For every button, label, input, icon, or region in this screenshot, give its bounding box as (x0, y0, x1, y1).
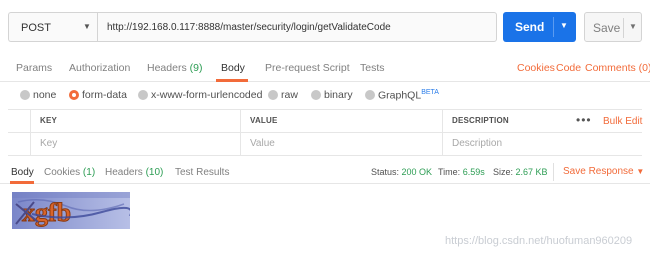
form-data-table: KEY VALUE DESCRIPTION ••• Bulk Edit Key … (8, 109, 642, 156)
radio-graphql[interactable] (365, 90, 375, 100)
watermark: https://blog.csdn.net/huofuman960209 (445, 235, 633, 247)
size-value: 2.67 KB (515, 167, 548, 177)
save-dropdown-icon[interactable]: ▼ (629, 22, 637, 31)
bulk-edit-link[interactable]: Bulk Edit (603, 116, 642, 127)
tab-headers[interactable]: Headers (9) (147, 62, 202, 74)
table-header-row: KEY VALUE DESCRIPTION ••• Bulk Edit (8, 110, 642, 133)
response-tabs: Body Cookies (1) Headers (10) Test Resul… (0, 160, 650, 184)
chevron-down-icon: ▼ (636, 167, 645, 176)
send-label: Send (515, 20, 545, 34)
value-placeholder: Value (250, 138, 275, 149)
radio-urlencoded[interactable] (138, 90, 148, 100)
response-tab-cookies[interactable]: Cookies (1) (44, 167, 95, 178)
tab-authorization[interactable]: Authorization (69, 62, 130, 74)
radio-binary[interactable] (311, 90, 321, 100)
description-input[interactable]: Description (442, 133, 642, 156)
url-input[interactable]: http://192.168.0.117:8888/master/securit… (97, 12, 497, 42)
comments-link[interactable]: Comments (0) (585, 62, 650, 74)
response-headers-count: (10) (145, 167, 164, 178)
response-cookies-label: Cookies (44, 167, 81, 178)
response-headers-label: Headers (105, 167, 143, 178)
graphql-text: GraphQL (378, 89, 422, 102)
response-tab-headers[interactable]: Headers (10) (105, 167, 163, 178)
radio-raw-label: raw (281, 89, 298, 101)
size-label: Size: (493, 167, 514, 177)
chevron-down-icon: ▼ (83, 22, 91, 31)
radio-urlencoded-label: x-www-form-urlencoded (151, 89, 263, 101)
captcha-image: xgfb (12, 192, 130, 229)
radio-form-data[interactable] (69, 90, 79, 100)
radio-raw[interactable] (268, 90, 278, 100)
tab-params[interactable]: Params (16, 62, 52, 74)
tab-headers-label: Headers (147, 62, 187, 74)
description-placeholder: Description (452, 138, 503, 149)
method-label: POST (21, 22, 51, 34)
time-label: Time: (438, 167, 461, 177)
captcha-text: xgfb (22, 198, 71, 227)
value-input[interactable]: Value (240, 133, 442, 156)
body-mode-radios: none form-data x-www-form-urlencoded raw… (0, 82, 650, 108)
size-readout: Size: 2.67 KB (493, 167, 548, 177)
time-readout: Time: 6.59s (438, 167, 485, 177)
value-header-cell: VALUE (240, 110, 442, 133)
url-text: http://192.168.0.117:8888/master/securit… (107, 22, 391, 33)
save-divider (623, 18, 624, 38)
radio-form-data-label: form-data (82, 89, 127, 101)
key-header: KEY (40, 116, 58, 125)
status-readout: Status: 200 OK (371, 167, 432, 177)
radio-none-label: none (33, 89, 57, 101)
time-value: 6.59s (462, 167, 485, 177)
save-response-button[interactable]: Save Response ▼ (563, 166, 644, 177)
radio-binary-label: binary (324, 89, 353, 101)
more-options-icon[interactable]: ••• (576, 113, 592, 127)
save-label: Save (593, 21, 621, 35)
key-header-cell: KEY (30, 110, 240, 133)
key-placeholder: Key (40, 138, 58, 149)
save-response-label: Save Response (563, 166, 634, 177)
active-response-tab-indicator (10, 181, 34, 184)
tab-body[interactable]: Body (221, 62, 245, 74)
send-divider (553, 17, 554, 37)
description-header: DESCRIPTION (452, 116, 509, 125)
response-cookies-count: (1) (82, 167, 96, 178)
request-bar: POST ▼ http://192.168.0.117:8888/master/… (8, 10, 642, 44)
table-row: Key Value Description (8, 133, 642, 156)
status-label: Status: (371, 167, 400, 177)
value-header: VALUE (250, 116, 278, 125)
radio-none[interactable] (20, 90, 30, 100)
method-select[interactable]: POST ▼ (8, 12, 97, 42)
tab-prerequest-script[interactable]: Pre-request Script (265, 62, 350, 74)
response-divider (553, 163, 554, 181)
cookies-link[interactable]: Cookies (517, 62, 555, 74)
tab-headers-count: (9) (189, 62, 203, 74)
send-dropdown-icon[interactable]: ▼ (560, 21, 568, 30)
code-link[interactable]: Code (556, 62, 581, 74)
radio-graphql-label: GraphQLBETA (378, 89, 439, 102)
save-button[interactable]: Save ▼ (584, 12, 642, 42)
status-value: 200 OK (401, 167, 433, 177)
response-tab-test-results[interactable]: Test Results (175, 167, 229, 178)
request-tabs: Params Authorization Headers (9) Body Pr… (0, 52, 650, 82)
key-input[interactable]: Key (30, 133, 240, 156)
beta-badge: BETA (421, 89, 439, 96)
send-button[interactable]: Send ▼ (503, 12, 576, 42)
response-tab-body[interactable]: Body (11, 167, 34, 178)
tab-tests[interactable]: Tests (360, 62, 385, 74)
